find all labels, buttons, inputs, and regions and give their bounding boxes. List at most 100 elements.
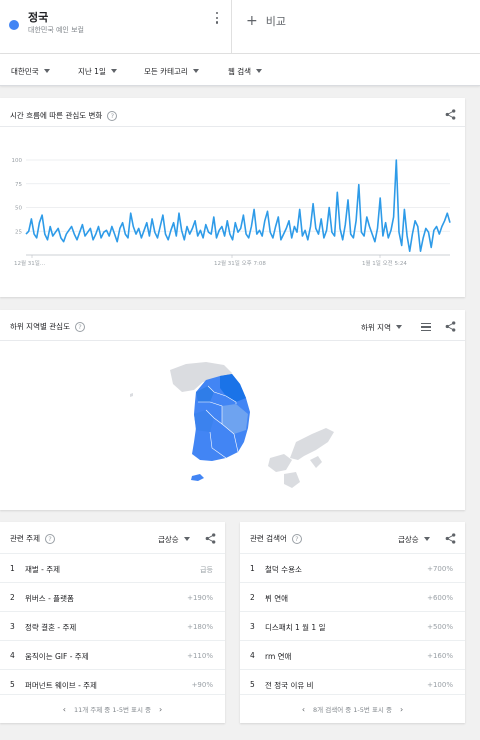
item-value: +110% — [187, 652, 213, 660]
item-label: 디스패치 1 월 1 일 — [265, 623, 326, 632]
chevron-down-icon — [110, 69, 117, 73]
term-name: 정국 — [28, 11, 49, 24]
rank: 1 — [250, 564, 255, 573]
share-icon[interactable] — [445, 533, 456, 544]
item-value: +500% — [427, 623, 453, 631]
list-item[interactable]: 4 움직이는 GIF - 주제 +110% — [0, 640, 225, 669]
rank: 5 — [250, 680, 255, 689]
category-filter-label: 모든 카테고리 — [144, 67, 188, 76]
item-label: rm 연애 — [265, 652, 292, 661]
map-jeju — [191, 474, 204, 481]
rank: 1 — [10, 564, 15, 573]
rank: 3 — [250, 622, 255, 631]
list-item[interactable]: 3 정략 결혼 - 주제 +180% — [0, 611, 225, 640]
topics-sort-label: 급상승 — [158, 535, 179, 544]
interest-line-chart[interactable]: 25 50 75 100 12월 31일... 12월 31일 오후 7:08 1월 1일 … — [0, 98, 465, 297]
x-tick-label: 12월 31일 오후 7:08 — [214, 259, 266, 267]
item-value: +600% — [427, 594, 453, 602]
search-term-bar: 정국 대한민국 예인 보컬 + 비교 — [0, 0, 480, 54]
y-tick-label: 25 — [15, 229, 22, 235]
related-topics-card: 관련 주제? 급상승 1 재벌 - 주제 급등 2 위버스 - 플랫폼 +190% 3 정… — [0, 522, 225, 723]
share-icon[interactable] — [205, 533, 216, 544]
item-label: 전 정국 이유 비 — [265, 681, 314, 690]
pagination: ‹ 8개 검색어 중 1-5번 표시 중 › — [240, 694, 465, 724]
korea-region-map[interactable] — [0, 310, 465, 510]
item-value: +700% — [427, 565, 453, 573]
list-item[interactable]: 1 철덕 수용소 +700% — [240, 553, 465, 582]
series-line — [25, 159, 451, 252]
chevron-down-icon — [43, 69, 50, 73]
y-tick-label: 50 — [15, 206, 22, 212]
y-tick-label: 100 — [12, 158, 23, 164]
item-label: 정략 결혼 - 주제 — [25, 623, 77, 632]
item-label: 움직이는 GIF - 주제 — [25, 652, 89, 661]
compare-label: 비교 — [265, 15, 286, 28]
map-japan — [268, 454, 292, 472]
map-japan — [310, 456, 322, 468]
region-filter[interactable]: 대한민국 — [11, 66, 50, 77]
map-japan — [290, 428, 334, 460]
related-queries-card: 관련 검색어? 급상승 1 철덕 수용소 +700% 2 뷔 연애 +600% 3 디스패… — [240, 522, 465, 723]
item-value: +190% — [187, 594, 213, 602]
time-filter[interactable]: 지난 1일 — [78, 66, 117, 77]
map-island-neutral — [130, 393, 133, 397]
y-tick-label: 75 — [15, 182, 22, 188]
category-filter[interactable]: 모든 카테고리 — [144, 66, 199, 77]
item-label: 철덕 수용소 — [265, 565, 302, 574]
region-filter-label: 대한민국 — [11, 67, 39, 76]
plus-icon: + — [246, 13, 258, 29]
rank: 2 — [250, 593, 255, 602]
x-tick-label: 1월 1일 오전 5:24 — [362, 259, 407, 267]
queries-sort-dropdown[interactable]: 급상승 — [398, 534, 430, 545]
chevron-down-icon — [256, 69, 263, 73]
rank: 2 — [10, 593, 15, 602]
subregion-card: 하위 지역별 관심도? 하위 지역 — [0, 310, 465, 510]
item-value: +100% — [427, 681, 453, 689]
chevron-right-icon[interactable]: › — [159, 705, 162, 714]
rank: 4 — [250, 651, 255, 660]
item-label: 퍼머넌트 웨이브 - 주제 — [25, 681, 97, 690]
pagination-text: 8개 검색어 중 1-5번 표시 중 — [313, 706, 392, 714]
item-value: 급등 — [200, 566, 213, 574]
x-tick-label: 12월 31일... — [14, 259, 45, 267]
queries-sort-label: 급상승 — [398, 535, 419, 544]
help-icon[interactable]: ? — [291, 534, 302, 544]
chevron-left-icon[interactable]: ‹ — [302, 705, 305, 714]
chevron-down-icon — [183, 537, 190, 541]
chevron-down-icon — [423, 537, 430, 541]
search-type-filter[interactable]: 웹 검색 — [228, 66, 263, 77]
chevron-right-icon[interactable]: › — [400, 705, 403, 714]
rank: 5 — [10, 680, 15, 689]
filter-bar: 대한민국 지난 1일 모든 카테고리 웹 검색 — [0, 54, 480, 86]
search-type-filter-label: 웹 검색 — [228, 67, 252, 76]
topics-sort-dropdown[interactable]: 급상승 — [158, 534, 190, 545]
related-topics-title-text: 관련 주제 — [10, 534, 40, 543]
interest-over-time-card: 시간 흐름에 따른 관심도 변화? 25 50 75 100 12월 31일... 12월… — [0, 98, 465, 297]
list-item[interactable]: 2 뷔 연애 +600% — [240, 582, 465, 611]
help-icon[interactable]: ? — [44, 534, 55, 544]
list-item[interactable]: 4 rm 연애 +160% — [240, 640, 465, 669]
item-label: 재벌 - 주제 — [25, 565, 61, 574]
item-label: 뷔 연애 — [265, 594, 289, 603]
time-filter-label: 지난 1일 — [78, 67, 106, 76]
list-item[interactable]: 2 위버스 - 플랫폼 +190% — [0, 582, 225, 611]
rank: 4 — [10, 651, 15, 660]
item-value: +160% — [427, 652, 453, 660]
related-queries-title-text: 관련 검색어 — [250, 534, 287, 543]
chevron-down-icon — [192, 69, 199, 73]
list-item[interactable]: 3 디스패치 1 월 1 일 +500% — [240, 611, 465, 640]
more-vert-icon[interactable] — [211, 12, 223, 30]
related-queries-title: 관련 검색어? — [250, 533, 302, 544]
item-value: +90% — [191, 681, 213, 689]
chevron-left-icon[interactable]: ‹ — [63, 705, 66, 714]
compare-button[interactable]: + 비교 — [246, 13, 286, 29]
rank: 3 — [10, 622, 15, 631]
pagination: ‹ 11개 주제 중 1-5번 표시 중 › — [0, 694, 225, 724]
item-value: +180% — [187, 623, 213, 631]
search-term-card[interactable]: 정국 대한민국 예인 보컬 — [0, 0, 232, 54]
term-subtitle: 대한민국 예인 보컬 — [28, 26, 84, 34]
term-color-dot — [9, 20, 19, 30]
map-japan — [284, 472, 300, 488]
item-label: 위버스 - 플랫폼 — [25, 594, 74, 603]
list-item[interactable]: 1 재벌 - 주제 급등 — [0, 553, 225, 582]
